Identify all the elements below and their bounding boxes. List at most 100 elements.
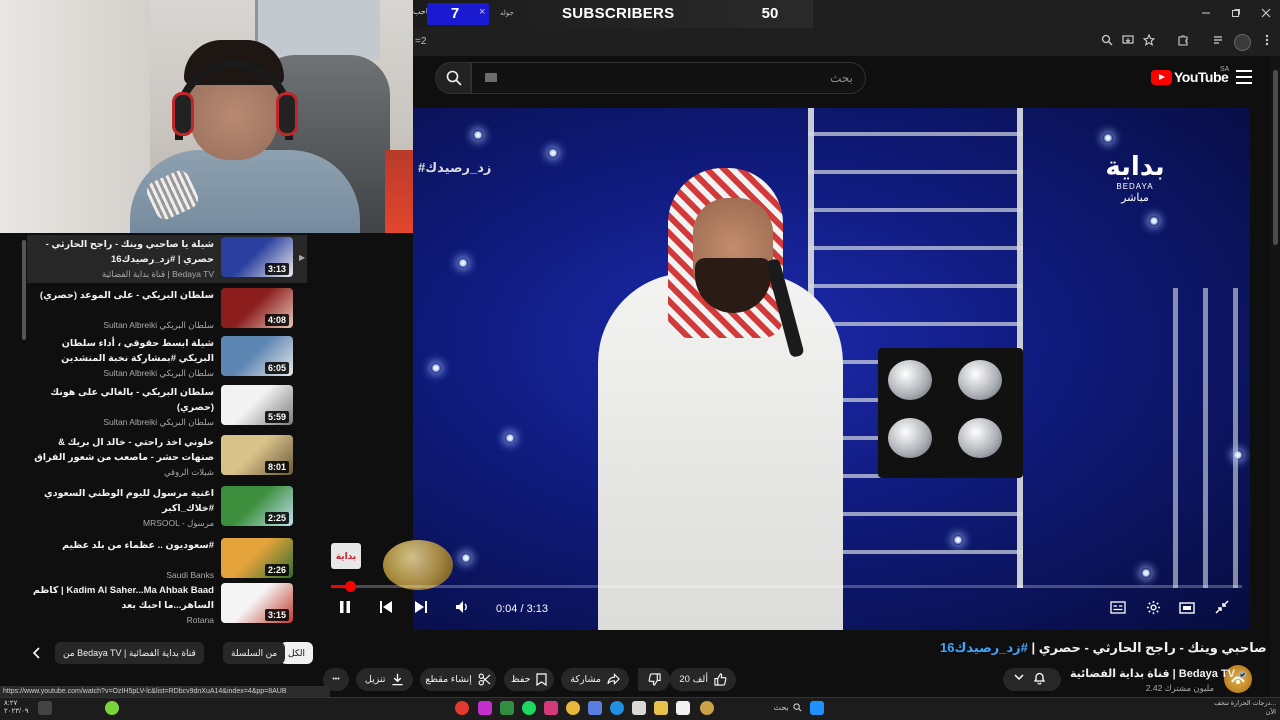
playlist-item[interactable]: 6:05 شيلة ابسط حقوقي ، أداء سلطان البريكي… <box>27 334 307 382</box>
bookmark-star-button[interactable] <box>1141 33 1157 50</box>
youtube-guide-menu-button[interactable] <box>1236 70 1252 84</box>
next-button[interactable] <box>411 600 431 618</box>
taskbar-spotify-icon[interactable] <box>522 701 536 715</box>
tray-app-icon[interactable] <box>105 701 119 715</box>
playlist-thumbnail[interactable]: 5:59 <box>221 385 293 425</box>
playlist-item[interactable]: 4:08 سلطان البريكي - على الموعد (حصري) Sul… <box>27 286 307 334</box>
download-button[interactable]: تنزيل <box>356 668 413 691</box>
playlist-scrollbar[interactable] <box>22 240 26 340</box>
channel-name[interactable]: قناة بداية الفضائية | Bedaya TV <box>1070 667 1247 680</box>
zoom-button[interactable] <box>1099 34 1115 50</box>
like-button[interactable]: 20 ألف <box>670 668 736 691</box>
bookmark-icon <box>536 673 547 687</box>
search-icon <box>446 70 462 86</box>
volume-button[interactable] <box>453 600 473 618</box>
page-scrollbar-thumb[interactable] <box>1273 70 1278 245</box>
time-display: 0:04 / 3:13 <box>496 603 548 615</box>
playlist-item[interactable]: 5:59 سلطان البريكي - بالغالي على هونك (حص… <box>27 383 307 431</box>
playlist-item[interactable]: 2:25 اغنية مرسول لليوم الوطني السعودي #خل… <box>27 484 307 532</box>
playlist-thumbnail[interactable]: 2:26 <box>221 538 293 578</box>
playlist-title[interactable]: سلطان البريكي - بالغالي على هونك (حصري) <box>31 385 214 415</box>
taskbar-folder-icon[interactable] <box>654 701 668 715</box>
taskbar-weather-icon[interactable] <box>700 701 714 715</box>
taskbar-app2-icon[interactable] <box>544 701 558 715</box>
playlist-thumbnail[interactable]: 4:08 <box>221 288 293 328</box>
playlist-item[interactable]: 3:13 شيلة يا صاحبي وينك - راجح الحارثي - … <box>27 235 307 283</box>
extensions-button[interactable] <box>1175 34 1191 50</box>
playlist-duration: 3:15 <box>264 609 289 621</box>
taskbar-excel-icon[interactable] <box>500 701 514 715</box>
kebab-menu-icon <box>1265 34 1269 46</box>
chip-from-series[interactable]: من السلسلة <box>223 642 286 664</box>
previous-button[interactable] <box>376 600 396 618</box>
playlist-item[interactable]: 3:15 Kadim Al Saher...Ma Ahbak Baad | كاظ… <box>27 581 307 629</box>
search-input[interactable] <box>471 62 866 94</box>
theater-mode-button[interactable] <box>1177 600 1197 618</box>
webcam-earcup-right <box>276 92 298 136</box>
chevron-left-icon <box>32 647 40 659</box>
taskbar-obs-icon[interactable] <box>455 701 469 715</box>
thumbs-down-icon <box>648 673 661 686</box>
taskbar-app-icon[interactable] <box>478 701 492 715</box>
taskbar-weather-widget[interactable]: درجات الحرارة تنخف... الآن <box>1204 699 1276 717</box>
taskbar-store-icon[interactable] <box>632 701 646 715</box>
youtube-logo-icon[interactable] <box>1151 70 1172 85</box>
playlist-title[interactable]: شيلة ابسط حقوقي ، أداء سلطان البريكي #بم… <box>31 336 214 366</box>
dislike-button[interactable] <box>638 668 670 691</box>
playlist-title[interactable]: #سعوديون .. عظماء من بلد عظيم <box>31 538 214 553</box>
playlist-thumbnail[interactable]: 3:15 <box>221 583 293 623</box>
taskbar-notepad-icon[interactable] <box>676 701 690 715</box>
taskbar-discord-icon[interactable] <box>588 701 602 715</box>
subtitles-button[interactable] <box>1108 600 1128 618</box>
channel-name-text[interactable]: قناة بداية الفضائية | Bedaya TV <box>1070 668 1235 680</box>
video-title-hashtag[interactable]: #زد_رصيدك16 <box>940 640 1028 655</box>
taskbar-chrome-icon[interactable] <box>566 701 580 715</box>
playlist-thumbnail[interactable]: 8:01 <box>221 435 293 475</box>
taskbar-search[interactable]: بحث <box>757 700 802 716</box>
playlist-thumbnail[interactable]: 3:13 <box>221 237 293 277</box>
pause-icon <box>340 601 350 613</box>
search-button[interactable] <box>435 62 471 94</box>
playlist-title[interactable]: خلوني اخذ راحتي - خالد ال بريك & صنهات ح… <box>31 435 214 465</box>
playlist-item[interactable]: 2:26 #سعوديون .. عظماء من بلد عظيم Saudi B… <box>27 536 307 584</box>
install-app-button[interactable] <box>1120 34 1136 50</box>
subscription-bell-button[interactable] <box>1003 668 1061 691</box>
download-label: تنزيل <box>364 674 386 685</box>
playlist-title[interactable]: Kadim Al Saher...Ma Ahbak Baad | كاظم ال… <box>31 583 214 613</box>
playlist-duration: 8:01 <box>264 461 289 473</box>
playlist-thumbnail[interactable]: 6:05 <box>221 336 293 376</box>
progress-scrubber-handle[interactable] <box>345 581 356 592</box>
chip-from-channel[interactable]: من Bedaya TV | قناة بداية الفضائية <box>55 642 204 664</box>
tab-search-button[interactable] <box>1210 34 1226 50</box>
tray-expand-icon[interactable] <box>38 701 52 715</box>
video-watermark-logo[interactable]: بداية <box>331 543 361 569</box>
profile-avatar-button[interactable] <box>1234 34 1251 51</box>
share-button[interactable]: مشاركة <box>561 668 629 691</box>
taskbar-clock[interactable]: ٨:٢٧ ٢٠٢٣/٠٩ <box>4 700 29 716</box>
playlist-duration: 5:59 <box>264 411 289 423</box>
close-window-button[interactable] <box>1256 6 1276 22</box>
playlist-item[interactable]: 8:01 خلوني اخذ راحتي - خالد ال بريك & صنه… <box>27 433 307 481</box>
restore-button[interactable] <box>1226 6 1246 22</box>
create-clip-button[interactable]: إنشاء مقطع <box>420 668 496 691</box>
progress-bar[interactable] <box>331 585 1242 588</box>
restore-icon <box>1232 9 1240 17</box>
taskbar-edge-icon[interactable] <box>610 701 624 715</box>
keyboard-icon[interactable] <box>485 73 497 82</box>
fullscreen-button[interactable] <box>1212 600 1232 618</box>
playlist-thumbnail[interactable]: 2:25 <box>221 486 293 526</box>
playlist-channel: شيلات الروقي <box>163 467 214 477</box>
playlist-title[interactable]: سلطان البريكي - على الموعد (حصري) <box>31 288 214 303</box>
video-hashtag-overlay: #زد_رصيدك <box>418 160 492 175</box>
playlist-title[interactable]: اغنية مرسول لليوم الوطني السعودي #خلاك_ا… <box>31 486 214 516</box>
start-windows-icon[interactable] <box>810 701 824 715</box>
settings-button[interactable] <box>1143 600 1163 618</box>
playlist-title[interactable]: شيلة يا صاحبي وينك - راجح الحارثي - حصري… <box>31 237 214 267</box>
save-button[interactable]: حفظ <box>504 668 554 691</box>
chips-previous-button[interactable] <box>29 646 45 662</box>
browser-menu-button[interactable] <box>1259 34 1275 50</box>
minimize-button[interactable] <box>1196 6 1216 22</box>
hamburger-icon <box>1236 70 1252 72</box>
address-bar-fragment[interactable]: =2 <box>415 36 426 47</box>
pause-button[interactable] <box>335 600 355 618</box>
